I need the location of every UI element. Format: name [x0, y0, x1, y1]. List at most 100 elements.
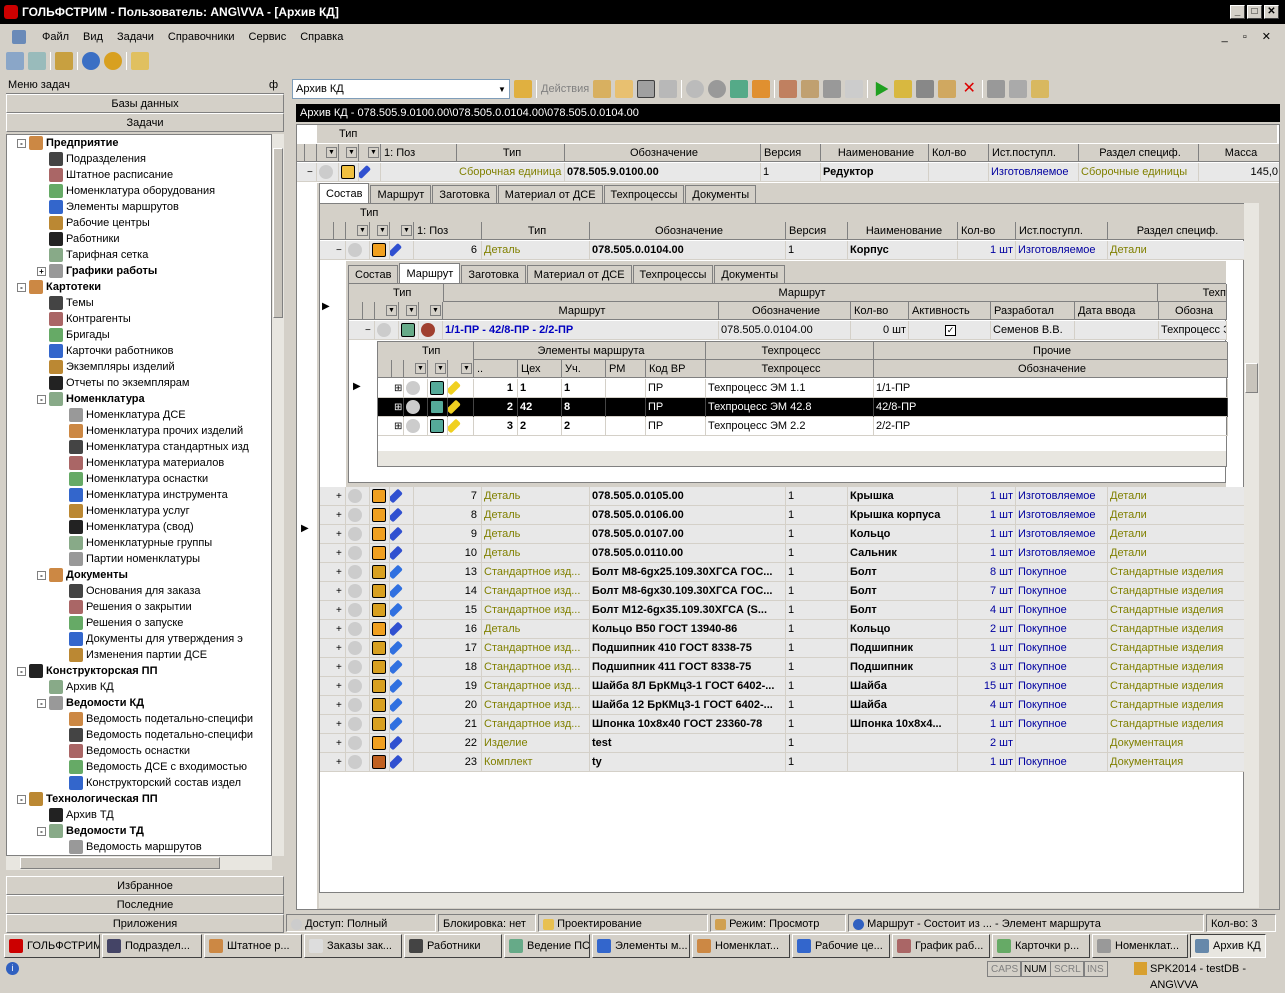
col-rm[interactable]: РМ	[606, 360, 646, 378]
actions-menu[interactable]: Действия	[541, 83, 589, 95]
tab-5[interactable]: Документы	[685, 185, 757, 203]
col-source[interactable]: Ист.поступл.	[1016, 222, 1108, 240]
col-name[interactable]: Наименование	[821, 144, 929, 162]
tree-node[interactable]: - Ведомости КД	[37, 695, 144, 711]
col-code[interactable]: Обозначение	[719, 302, 851, 320]
tree-node[interactable]: Отчеты по экземплярам	[37, 375, 190, 391]
element-row[interactable]: ⊞ 1 1 1 ПР Техпроцесс ЭМ 1.1 1/1-ПР	[378, 379, 1228, 398]
tree-node[interactable]: Элементы маршрутов	[37, 199, 179, 215]
taskbar-item[interactable]: Заказы зак...	[304, 934, 402, 958]
item-row[interactable]: +7 Деталь 078.505.0.0105.00 1 Крышка 1 шт Изго…	[320, 487, 1245, 506]
edit-icon[interactable]	[938, 80, 957, 98]
taskbar-item[interactable]: Штатное р...	[204, 934, 302, 958]
taskbar-item[interactable]: Номенклат...	[692, 934, 790, 958]
column-filter-icon[interactable]: ▼	[326, 147, 337, 158]
tree-node[interactable]: Номенклатура (свод)	[57, 519, 194, 535]
item-row[interactable]: +22 Изделие test 1 2 шт Документация	[320, 734, 1245, 753]
close-doc-icon[interactable]	[1031, 80, 1050, 98]
tree-expander[interactable]: -	[17, 666, 26, 676]
tab-3[interactable]: Материал от ДСЕ	[526, 265, 632, 283]
section-databases[interactable]: Базы данных	[6, 94, 284, 113]
hdr-edit[interactable]: ▼	[359, 144, 381, 162]
col-code[interactable]: Обозначение	[590, 222, 786, 240]
item-row[interactable]: +21 Стандартное изд... Шпонка 10х8х40 ГОСТ…	[320, 715, 1245, 734]
tab-3[interactable]: Материал от ДСЕ	[497, 185, 603, 203]
row-expander[interactable]: +	[334, 544, 346, 563]
tree-node[interactable]: Номенклатура услуг	[57, 503, 190, 519]
col-tp[interactable]: Обозна	[1159, 302, 1227, 320]
chevron-down-icon[interactable]: ▼	[495, 85, 509, 94]
tree-node[interactable]: Ведомость ДСЕ с входимостью	[57, 759, 247, 775]
maximize-button[interactable]: □	[1247, 5, 1262, 19]
item-row[interactable]: +18 Стандартное изд... Подшипник 411 ГОСТ …	[320, 658, 1245, 677]
tree-node[interactable]: Подразделения	[37, 151, 146, 167]
row-expander[interactable]: +	[334, 525, 346, 544]
col-vr[interactable]: Код ВР	[646, 360, 706, 378]
column-filter-icon[interactable]: ▼	[461, 363, 472, 374]
hdr-icon[interactable]: ▼	[428, 360, 448, 378]
route-row[interactable]: − 1/1-ПР - 42/8-ПР - 2/2-ПР 078.505.0.01…	[349, 321, 1227, 340]
menu-4[interactable]: Сервис	[249, 31, 287, 43]
row-expander[interactable]: +	[334, 658, 346, 677]
hdr-exp[interactable]	[392, 360, 404, 378]
col-version[interactable]: Версия	[761, 144, 821, 162]
col-source[interactable]: Ист.поступл.	[989, 144, 1079, 162]
archive-combo[interactable]: Архив КД ▼	[292, 79, 510, 99]
col-mass[interactable]: Масса	[1199, 144, 1279, 162]
hdr-exp[interactable]	[305, 144, 317, 162]
row-expander[interactable]: +	[334, 715, 346, 734]
row-expander[interactable]: +	[334, 696, 346, 715]
hdr-spacer[interactable]	[297, 144, 305, 162]
tree-node[interactable]: Партии номенклатуры	[57, 551, 200, 567]
run-icon[interactable]	[875, 81, 889, 97]
col-version[interactable]: Версия	[786, 222, 848, 240]
tree-node[interactable]: Экземпляры изделий	[37, 359, 175, 375]
unlock-icon[interactable]	[1009, 80, 1028, 98]
tree-node[interactable]: Ведомость подетально-специфи	[57, 727, 253, 743]
columns-icon[interactable]	[659, 80, 678, 98]
item-row[interactable]: +20 Стандартное изд... Шайба 12 БрКМц3-1 Г…	[320, 696, 1245, 715]
tab-4[interactable]: Техпроцессы	[632, 265, 714, 283]
tree-node[interactable]: - Документы	[37, 567, 128, 583]
item-row[interactable]: +15 Стандартное изд... Болт М12-6gx35.109.…	[320, 601, 1245, 620]
hdr-stamp[interactable]: ▼	[419, 302, 443, 320]
tree-node[interactable]: - Номенклатура	[37, 391, 145, 407]
tree-node[interactable]: Конструкторский состав издел	[57, 775, 241, 791]
search-user-icon[interactable]	[514, 80, 532, 98]
menu-0[interactable]: Файл	[42, 31, 69, 43]
tree-node[interactable]: Ведомость подетально-специфи	[57, 711, 253, 727]
tab-1[interactable]: Маршрут	[399, 263, 461, 283]
col-section[interactable]: Раздел специф.	[1079, 144, 1199, 162]
find-next-icon[interactable]	[708, 80, 727, 98]
row-expander[interactable]: +	[334, 487, 346, 506]
col-pos[interactable]: 1: Поз	[381, 144, 457, 162]
copy-doc-icon[interactable]	[916, 80, 935, 98]
col-other-code[interactable]: Обозначение	[874, 360, 1228, 378]
tree-node[interactable]: Номенклатура материалов	[57, 455, 224, 471]
tree-node[interactable]: + Графики работы	[37, 263, 157, 279]
active-checkbox[interactable]: ✓	[945, 325, 956, 336]
tree-node[interactable]: Номенклатура прочих изделий	[57, 423, 243, 439]
row-expander[interactable]: +	[334, 639, 346, 658]
item-row[interactable]: +10 Деталь 078.505.0.0110.00 1 Сальник 1 шт Из…	[320, 544, 1245, 563]
tree-node[interactable]: Рабочие центры	[37, 215, 150, 231]
tree-expander[interactable]: -	[17, 794, 26, 804]
taskbar-item[interactable]: График раб...	[892, 934, 990, 958]
hdr-edit[interactable]: ▼	[448, 360, 474, 378]
column-filter-icon[interactable]: ▼	[377, 225, 388, 236]
item-row[interactable]: +9 Деталь 078.505.0.0107.00 1 Кольцо 1 шт Изго…	[320, 525, 1245, 544]
col-type[interactable]: Тип	[457, 144, 565, 162]
sub-row[interactable]: − 6 Деталь 078.505.0.0104.00 1 Корпус 1 …	[320, 241, 1245, 260]
exit-icon[interactable]	[131, 52, 149, 70]
tree-node[interactable]: Ведомость оснастки	[57, 743, 190, 759]
hdr-spacer[interactable]	[320, 222, 334, 240]
column-filter-icon[interactable]: ▼	[346, 147, 357, 158]
tree-node[interactable]: Изменения партии ДСЕ	[57, 647, 207, 663]
col-shop[interactable]: Цех	[518, 360, 562, 378]
row-expander[interactable]: +	[334, 563, 346, 582]
col-techprocess[interactable]: Техпроцесс	[706, 360, 874, 378]
tree-node[interactable]: Карточки работников	[37, 343, 174, 359]
element-row[interactable]: ⊞ 2 42 8 ПР Техпроцесс ЭМ 42.8 42/8-ПР	[378, 398, 1228, 417]
hdr-status[interactable]: ▼	[317, 144, 339, 162]
element-row[interactable]: ⊞ 3 2 2 ПР Техпроцесс ЭМ 2.2 2/2-ПР	[378, 417, 1228, 436]
